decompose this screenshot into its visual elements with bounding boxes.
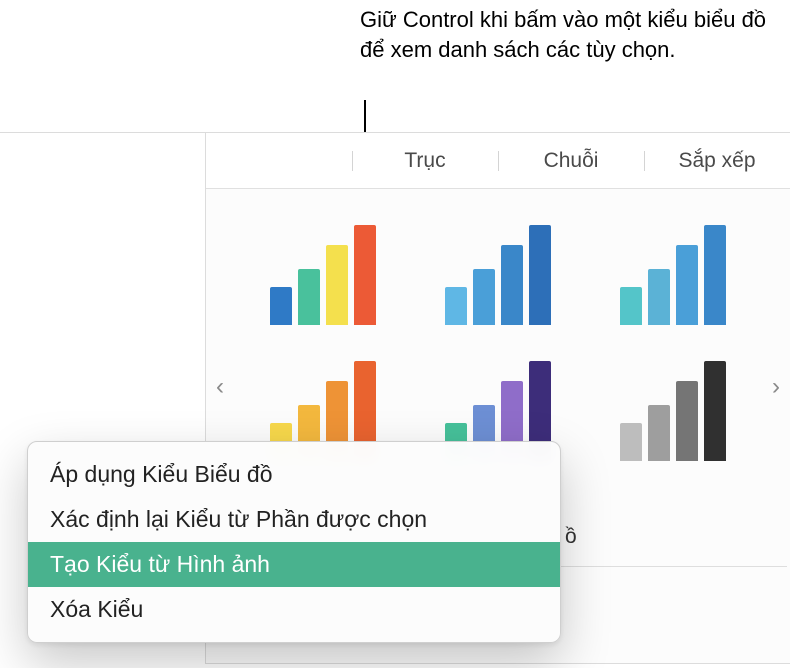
tab-arrange[interactable]: Sắp xếp (644, 137, 790, 185)
chart-style-thumbnail[interactable] (421, 217, 576, 325)
tab-series[interactable]: Chuỗi (498, 137, 644, 185)
tab-label: Biểu đồ (243, 149, 314, 172)
bar-icon (648, 269, 670, 325)
bar-icon (270, 287, 292, 325)
bar-icon (676, 381, 698, 461)
chevron-left-icon: ‹ (216, 373, 224, 401)
bar-icon (704, 361, 726, 461)
chart-styles-section: ‹ › (206, 189, 790, 471)
bar-icon (298, 269, 320, 325)
bar-icon (620, 287, 642, 325)
chevron-right-icon: › (772, 373, 780, 401)
menu-item-apply-style[interactable]: Áp dụng Kiểu Biểu đồ (28, 452, 560, 497)
help-callout: Giữ Control khi bấm vào một kiểu biểu đồ… (360, 5, 795, 64)
tab-label: Chuỗi (544, 149, 599, 172)
chart-style-context-menu: Áp dụng Kiểu Biểu đồ Xác định lại Kiểu t… (27, 441, 561, 643)
menu-item-redefine-style[interactable]: Xác định lại Kiểu từ Phần được chọn (28, 497, 560, 542)
styles-prev-button[interactable]: ‹ (206, 367, 234, 407)
bar-icon (648, 405, 670, 461)
tab-axis[interactable]: Trục (352, 137, 498, 185)
chart-style-thumbnail[interactable] (595, 217, 750, 325)
bar-icon (704, 225, 726, 325)
bar-icon (354, 225, 376, 325)
tab-chart[interactable]: Biểu đồ (206, 137, 352, 185)
obscured-text-fragment: ồ (565, 525, 577, 549)
bar-icon (529, 225, 551, 325)
chart-style-thumbnail[interactable] (595, 353, 750, 461)
bar-icon (473, 269, 495, 325)
bar-icon (676, 245, 698, 325)
chart-style-thumbnail[interactable] (246, 217, 401, 325)
bar-icon (501, 245, 523, 325)
bar-icon (620, 423, 642, 461)
menu-item-create-style-from-image[interactable]: Tạo Kiểu từ Hình ảnh (28, 542, 560, 587)
inspector-tabs: Biểu đồ Trục Chuỗi Sắp xếp (206, 133, 790, 189)
menu-item-delete-style[interactable]: Xóa Kiểu (28, 587, 560, 632)
chart-style-grid (218, 217, 778, 461)
styles-next-button[interactable]: › (762, 367, 790, 407)
tab-label: Trục (404, 149, 445, 172)
tab-label: Sắp xếp (678, 149, 755, 172)
bar-icon (326, 245, 348, 325)
bar-icon (445, 287, 467, 325)
